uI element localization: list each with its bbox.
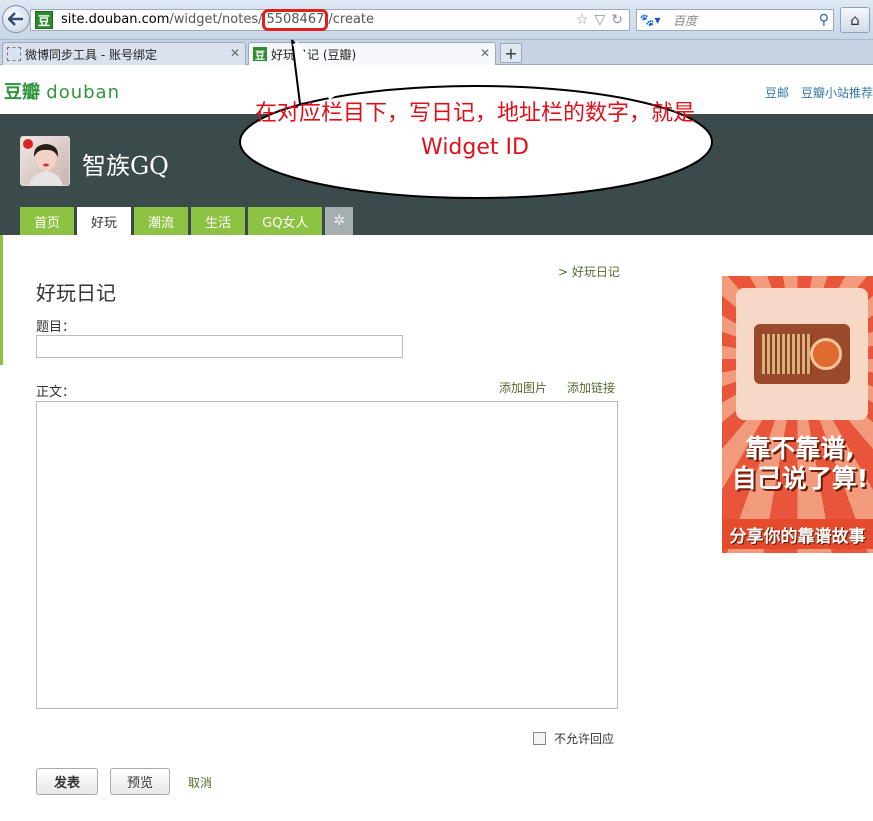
annotation-text: 在对应栏目下，写日记，地址栏的数字，就是Widget ID [255, 101, 696, 160]
